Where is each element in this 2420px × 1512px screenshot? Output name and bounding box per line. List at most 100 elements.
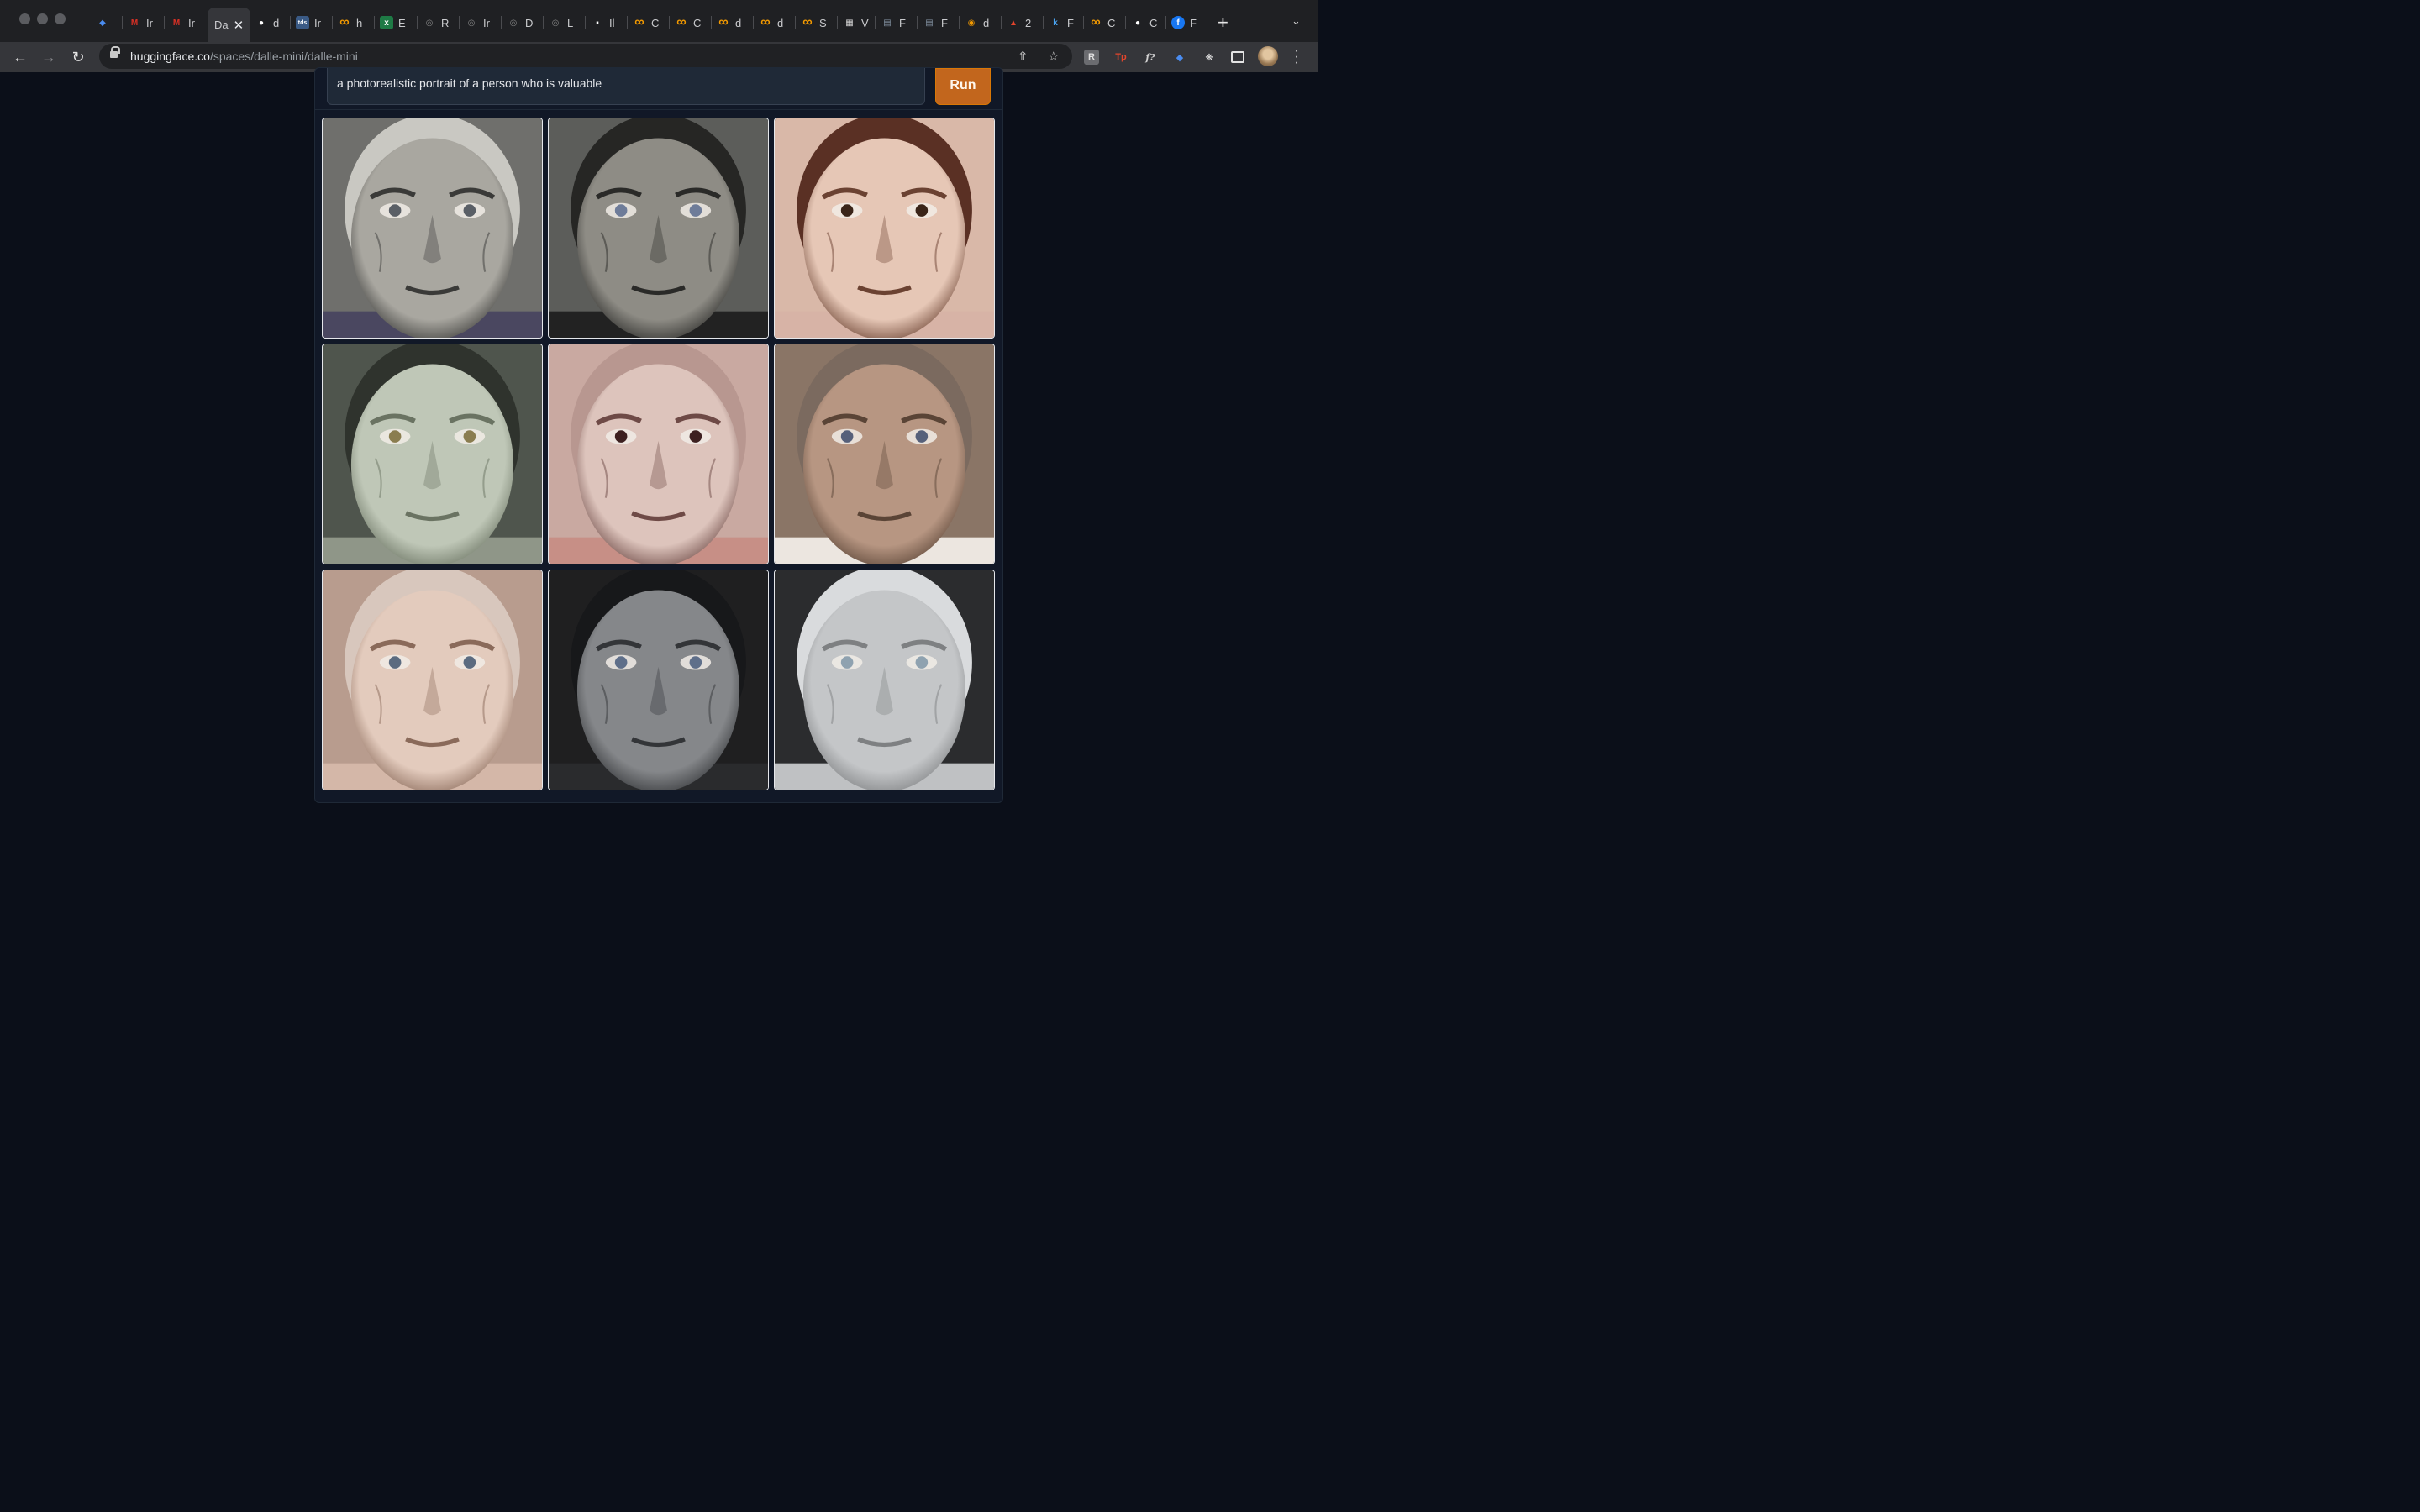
tab-19[interactable]: ▤ F: [881, 9, 906, 36]
tab-15[interactable]: ∞ d: [717, 9, 741, 36]
extension-tp-icon[interactable]: Tp: [1113, 50, 1128, 65]
dalle-mini-panel: a photorealistic portrait of a person wh…: [313, 66, 1003, 803]
tab-label: d: [776, 16, 784, 29]
tab-separator: [458, 15, 460, 29]
url-host: huggingface.co: [129, 49, 210, 63]
tab-14[interactable]: ∞ C: [675, 9, 701, 36]
tab-label: d: [982, 16, 990, 29]
portrait-image: [548, 118, 768, 338]
address-bar[interactable]: huggingface.co/spaces/dalle-mini/dalle-m…: [98, 43, 1072, 69]
github-icon: ●: [258, 18, 265, 28]
tab-label: Ir: [145, 16, 153, 29]
tab-1[interactable]: M Ir: [128, 9, 153, 36]
tab-16[interactable]: ∞ d: [759, 9, 783, 36]
bookmark-star-icon[interactable]: ☆: [1048, 49, 1059, 64]
tab-0[interactable]: ◆: [96, 9, 114, 36]
tab-label: L: [566, 16, 574, 29]
tab-label: 2: [1024, 16, 1032, 29]
tds-icon: tds: [295, 15, 309, 29]
tab-5[interactable]: tds Ir: [295, 9, 321, 36]
tab-separator: [542, 15, 544, 29]
prompt-input[interactable]: a photorealistic portrait of a person wh…: [326, 67, 925, 105]
globe-icon: ◎: [425, 18, 434, 28]
tab-separator: [1000, 15, 1002, 29]
result-image[interactable]: [773, 343, 995, 564]
tab-separator: [836, 15, 838, 29]
tab-separator: [1042, 15, 1044, 29]
tab-label: Il: [608, 16, 615, 29]
tab-13[interactable]: ∞ C: [633, 9, 659, 36]
lock-icon[interactable]: [109, 45, 120, 60]
new-tab-button[interactable]: +: [1218, 12, 1228, 34]
tab-search-chevron-icon[interactable]: ⌄: [1292, 14, 1301, 28]
result-image[interactable]: [321, 343, 543, 564]
tab-20[interactable]: ▤ F: [923, 9, 948, 36]
close-window-button[interactable]: [18, 13, 30, 24]
tab-2[interactable]: M Ir: [170, 9, 195, 36]
tab-label: R: [440, 16, 450, 29]
portrait-image: [322, 118, 542, 338]
tab-separator: [916, 15, 918, 29]
tab-11[interactable]: ◎ L: [549, 9, 574, 36]
tab-4[interactable]: ● d: [255, 9, 279, 36]
result-image[interactable]: [321, 117, 543, 339]
tab-label: F: [940, 16, 948, 29]
tab-6[interactable]: ∞ h: [338, 9, 362, 36]
extension-r-icon[interactable]: R: [1083, 49, 1099, 65]
close-tab-icon[interactable]: ✕: [234, 17, 245, 32]
tab-separator: [626, 15, 628, 29]
chrome-icon: ◉: [967, 18, 976, 28]
tab-22[interactable]: ▲ 2: [1007, 9, 1031, 36]
tab-7[interactable]: xE: [379, 9, 406, 36]
tab-21[interactable]: ◉ d: [965, 9, 990, 36]
tab-17[interactable]: ∞ S: [801, 9, 827, 36]
share-icon[interactable]: ⇧: [1018, 49, 1028, 64]
tab-26[interactable]: fF: [1171, 9, 1197, 36]
tab-25[interactable]: ● C: [1131, 9, 1157, 36]
tab-separator: [874, 15, 876, 29]
result-image[interactable]: [773, 569, 995, 790]
tab-separator: [500, 15, 502, 29]
tab-separator: [958, 15, 960, 29]
more-menu-icon[interactable]: · · ·: [1292, 44, 1301, 69]
book-icon: ▤: [883, 18, 892, 28]
tab-label: F: [1189, 16, 1197, 29]
tab-separator: [710, 15, 712, 29]
result-image[interactable]: [547, 569, 769, 790]
colab-icon: ∞: [718, 14, 729, 29]
minimize-window-button[interactable]: [36, 13, 48, 24]
tab-separator: [1165, 15, 1166, 29]
zoom-window-button[interactable]: [54, 13, 66, 24]
tab-3[interactable]: Da ✕: [207, 7, 251, 42]
reload-button[interactable]: ↻: [67, 46, 89, 68]
extension-fx-icon[interactable]: f?: [1143, 50, 1158, 65]
tab-18[interactable]: ▦ V: [843, 9, 868, 36]
tab-label: C: [1149, 16, 1158, 29]
result-image[interactable]: [321, 569, 543, 790]
tab-24[interactable]: ∞ C: [1089, 9, 1115, 36]
qr-icon: ▦: [845, 18, 854, 28]
tab-23[interactable]: kF: [1049, 9, 1074, 36]
tab-label: Ir: [482, 16, 490, 29]
tab-9[interactable]: ◎ Ir: [465, 9, 490, 36]
result-image[interactable]: [773, 117, 995, 339]
profile-avatar[interactable]: [1257, 45, 1278, 66]
tab-label: E: [397, 16, 406, 29]
side-panel-icon[interactable]: [1230, 50, 1244, 63]
back-button[interactable]: ←: [9, 46, 31, 68]
tab-label: d: [272, 16, 280, 29]
tab-10[interactable]: ◎ D: [507, 9, 534, 36]
tab-label: S: [818, 16, 827, 29]
tab-separator: [163, 15, 165, 29]
result-image[interactable]: [547, 343, 769, 564]
tab-8[interactable]: ◎ R: [423, 9, 450, 36]
forward-button[interactable]: →: [38, 46, 60, 68]
run-button[interactable]: Run: [934, 67, 991, 105]
prompt-row: a photorealistic portrait of a person wh…: [314, 67, 1002, 110]
url-text[interactable]: huggingface.co/spaces/dalle-mini/dalle-m…: [130, 50, 358, 63]
tab-12[interactable]: ▪ Il: [591, 9, 614, 36]
result-image[interactable]: [547, 117, 769, 339]
extension-gem-icon[interactable]: ◆: [1172, 50, 1187, 65]
colab-icon: ∞: [676, 14, 687, 29]
extensions-puzzle-icon[interactable]: ❋: [1202, 50, 1217, 65]
